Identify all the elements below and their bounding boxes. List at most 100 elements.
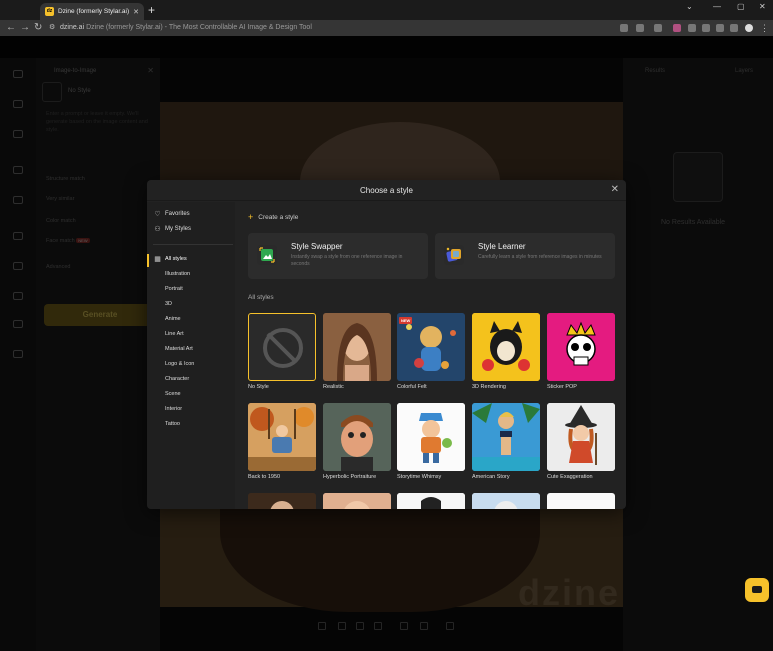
minimize-icon[interactable]: — <box>713 2 721 11</box>
new-tab-icon[interactable]: + <box>148 3 155 17</box>
category-anime[interactable]: Anime <box>165 314 181 324</box>
style-card-row3-3[interactable] <box>397 493 465 509</box>
url-page-title: Dzine (formerly Stylar.ai) - The Most Co… <box>86 24 312 31</box>
category-line-art[interactable]: Line Art <box>165 329 184 339</box>
site-info-icon[interactable]: ⚙ <box>49 21 55 35</box>
category-logo-icon[interactable]: Logo & Icon <box>165 359 194 369</box>
url-domain: dzine.ai <box>60 24 85 31</box>
style-card-colorful-felt[interactable]: NEW Colorful Felt <box>397 313 465 390</box>
style-card-label: American Story <box>472 474 510 480</box>
translate-icon[interactable] <box>636 24 644 32</box>
style-thumbnail <box>547 493 615 509</box>
download-icon[interactable] <box>688 24 696 32</box>
chat-support-button[interactable] <box>745 578 769 602</box>
style-card-row3-2[interactable] <box>323 493 391 509</box>
style-card-row3-5[interactable] <box>547 493 615 509</box>
sidebar-item-all-styles[interactable]: ▦ All styles <box>154 255 187 263</box>
style-card-realistic[interactable]: Realistic <box>323 313 391 390</box>
style-swapper-icon <box>257 245 277 265</box>
style-learner-icon <box>444 245 464 265</box>
reload-icon[interactable]: ↻ <box>34 21 42 35</box>
modal-title: Choose a style <box>360 186 413 195</box>
screenshot-icon[interactable] <box>702 24 710 32</box>
style-learner-desc: Carefully learn a style from reference i… <box>478 254 602 260</box>
style-card-sticker-pop[interactable]: Sticker POP <box>547 313 615 390</box>
style-thumbnail <box>397 403 465 471</box>
extensions-puzzle-icon[interactable] <box>730 24 738 32</box>
style-thumbnail: NEW <box>397 313 465 381</box>
style-thumbnail <box>323 313 391 381</box>
dzine-favicon-icon: dz <box>45 7 54 16</box>
style-card-label: Sticker POP <box>547 384 577 390</box>
back-icon[interactable]: ← <box>6 21 16 35</box>
style-card-label: Cute Exaggeration <box>547 474 593 480</box>
category-interior[interactable]: Interior <box>165 404 182 414</box>
forward-icon[interactable]: → <box>20 21 30 35</box>
address-bar: ← → ↻ ⚙ dzine.ai Dzine (formerly Stylar.… <box>0 20 773 36</box>
active-indicator <box>147 254 149 267</box>
window-close-icon[interactable]: ✕ <box>759 2 766 11</box>
modal-close-icon[interactable]: ✕ <box>611 184 619 195</box>
style-card-label: No Style <box>248 384 269 390</box>
style-thumbnail <box>323 493 391 509</box>
category-scene[interactable]: Scene <box>165 389 181 399</box>
url-field[interactable]: dzine.ai Dzine (formerly Stylar.ai) - Th… <box>60 22 312 34</box>
style-card-label: 3D Rendering <box>472 384 506 390</box>
style-gallery: + Create a style Style Swapper Instantly… <box>235 202 626 509</box>
create-style-button[interactable]: + Create a style <box>248 213 298 222</box>
style-card-row3-1[interactable] <box>248 493 316 509</box>
style-thumbnail <box>248 313 316 381</box>
sidebar-item-favorites[interactable]: ♡ Favorites <box>154 208 190 220</box>
style-card-storytime-whimsy[interactable]: Storytime Whimsy <box>397 403 465 480</box>
extension-icon[interactable] <box>673 24 681 32</box>
browser-menu-icon[interactable]: ⋮ <box>760 21 769 35</box>
tab-title: Dzine (formerly Stylar.ai) - The <box>58 8 130 15</box>
sidebar-icon[interactable] <box>716 24 724 32</box>
style-learner-card[interactable]: Style Learner Carefully learn a style fr… <box>435 233 615 279</box>
category-illustration[interactable]: Illustration <box>165 269 190 279</box>
grid-icon: ▦ <box>154 256 161 263</box>
style-card-3d-rendering[interactable]: 3D Rendering <box>472 313 540 390</box>
style-card-label: Back to 1950 <box>248 474 281 480</box>
style-card-hyperbolic-portraiture[interactable]: Hyperbolic Portraiture <box>323 403 391 480</box>
divider <box>153 244 233 245</box>
style-thumbnail <box>472 403 540 471</box>
no-style-icon <box>263 328 303 368</box>
style-card-back-to-1950[interactable]: Back to 1950 <box>248 403 316 480</box>
style-card-label: Storytime Whimsy <box>397 474 442 480</box>
maximize-icon[interactable]: ▢ <box>737 2 745 11</box>
style-card-label: Realistic <box>323 384 344 390</box>
style-card-american-story[interactable]: American Story <box>472 403 540 480</box>
modal-header: Choose a style ✕ <box>147 180 626 201</box>
style-category-sidebar: ♡ Favorites ⚇ My Styles ▦ All styles Ill… <box>147 202 235 509</box>
style-card-label: Hyperbolic Portraiture <box>323 474 377 480</box>
new-badge: NEW <box>399 317 413 324</box>
sidebar-item-label: All styles <box>165 256 187 262</box>
tab-list-icon[interactable]: ⌄ <box>686 2 693 11</box>
bookmark-star-icon[interactable] <box>654 24 662 32</box>
style-thumbnail <box>472 493 540 509</box>
choose-style-modal: Choose a style ✕ ♡ Favorites ⚇ My Styles… <box>147 180 626 509</box>
tab-close-icon[interactable]: ✕ <box>133 8 139 16</box>
sidebar-item-label: Favorites <box>165 211 190 217</box>
category-3d[interactable]: 3D <box>165 299 172 309</box>
category-character[interactable]: Character <box>165 374 189 384</box>
share-icon[interactable] <box>620 24 628 32</box>
style-card-no-style[interactable]: No Style <box>248 313 316 390</box>
style-card-cute-exaggeration[interactable]: Cute Exaggeration <box>547 403 615 480</box>
style-thumbnail <box>547 313 615 381</box>
style-swapper-card[interactable]: Style Swapper Instantly swap a style fro… <box>248 233 428 279</box>
profile-avatar[interactable] <box>745 24 753 32</box>
browser-tab-bar: dz Dzine (formerly Stylar.ai) - The ✕ + … <box>0 0 773 20</box>
browser-tab[interactable]: dz Dzine (formerly Stylar.ai) - The ✕ <box>40 3 144 20</box>
heart-icon: ♡ <box>154 211 161 218</box>
style-card-row3-4[interactable] <box>472 493 540 509</box>
sidebar-item-my-styles[interactable]: ⚇ My Styles <box>154 223 191 235</box>
style-thumbnail <box>248 403 316 471</box>
category-portrait[interactable]: Portrait <box>165 284 183 294</box>
sidebar-item-label: My Styles <box>165 226 192 232</box>
style-thumbnail <box>248 493 316 509</box>
style-card-label: Colorful Felt <box>397 384 427 390</box>
category-tattoo[interactable]: Tattoo <box>165 419 180 429</box>
category-material-art[interactable]: Material Art <box>165 344 193 354</box>
